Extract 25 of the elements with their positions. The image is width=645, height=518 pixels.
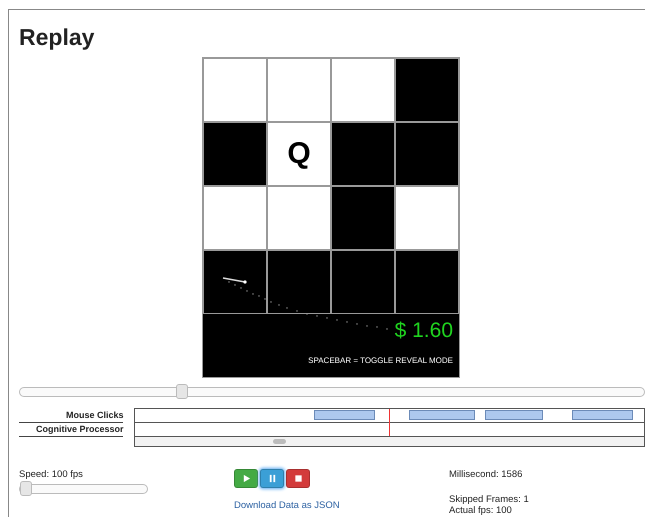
pause-icon bbox=[268, 474, 276, 483]
pause-button[interactable] bbox=[260, 469, 284, 488]
play-icon bbox=[242, 474, 250, 483]
click-segment bbox=[314, 410, 376, 420]
click-segment bbox=[408, 410, 476, 420]
track-label: Mouse Clicks bbox=[19, 409, 124, 423]
playhead-line bbox=[389, 409, 390, 436]
speed-label: Speed: 100 fps bbox=[19, 469, 84, 480]
download-link[interactable]: Download Data as JSON bbox=[234, 500, 449, 511]
timeline-slider[interactable] bbox=[19, 387, 645, 397]
stop-button[interactable] bbox=[286, 469, 310, 488]
scroll-bar[interactable] bbox=[135, 437, 644, 446]
play-button[interactable] bbox=[234, 469, 258, 488]
score-text: $ 1.60 bbox=[394, 319, 453, 343]
speed-slider[interactable] bbox=[19, 484, 148, 494]
hint-text: SPACEBAR = TOGGLE REVEAL MODE bbox=[308, 356, 453, 365]
click-segment bbox=[485, 410, 544, 420]
cue-letter: Q bbox=[287, 137, 311, 171]
click-segment bbox=[572, 410, 633, 420]
stat-text: Millisecond: 1586 bbox=[449, 469, 524, 480]
track-label: Cognitive Processor bbox=[19, 423, 124, 437]
stat-text: Actual fps: 100 bbox=[449, 505, 513, 516]
page-title: Replay bbox=[19, 23, 96, 52]
stat-text: Skipped Frames: 1 bbox=[449, 494, 529, 505]
stop-icon bbox=[294, 474, 302, 483]
